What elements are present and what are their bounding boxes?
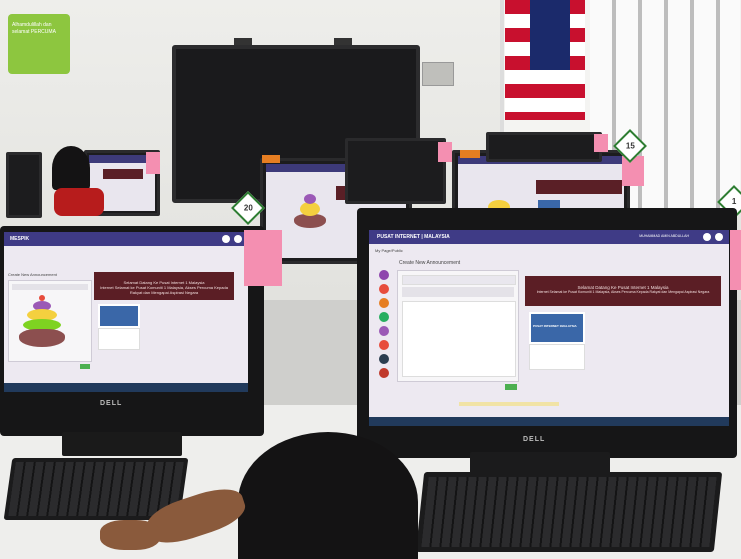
sidebar-icon[interactable]: [379, 298, 389, 308]
home-icon[interactable]: [703, 233, 711, 241]
photo-thumbnail[interactable]: [98, 304, 140, 328]
photo-caption: PUSAT INTERNET 1MALAYSIA: [533, 324, 577, 328]
monitor-stand: [62, 432, 182, 456]
back-monitor: [6, 152, 42, 218]
right-keyboard: [415, 472, 723, 552]
submit-button[interactable]: [80, 364, 90, 369]
welcome-banner: Selamat Datang Ke Pusat Internet 1 Malay…: [525, 276, 721, 306]
editor-panel[interactable]: [397, 270, 519, 382]
banner-line-2: Internet Selamat ke Pusat Komuniti 1 Mal…: [536, 290, 710, 294]
app-topbar: PUSAT INTERNET | MALAYSIA MUHAMMAD AMIN …: [369, 230, 729, 244]
cake-base: [19, 329, 65, 347]
banner-line-2: Internet Selamat ke Pusat Komuniti 1 Mal…: [100, 285, 228, 295]
breadcrumb[interactable]: My Page/Public: [375, 248, 403, 253]
sidebar-icon[interactable]: [379, 354, 389, 364]
wall-socket: [422, 62, 454, 86]
orange-tag: [262, 155, 280, 163]
panel-title: Create New Announcement: [8, 272, 57, 277]
sidebar-icon[interactable]: [379, 368, 389, 378]
left-screen: MESPIK Create New Announcement Selamat D…: [4, 232, 248, 392]
green-sign-text: Alhamdulillah dan selamat PERCUMA: [12, 22, 56, 35]
back-monitor: [345, 138, 446, 204]
person-hand: [100, 520, 160, 550]
sticky-note: [146, 152, 160, 174]
app-title: MESPIK: [10, 236, 30, 242]
orange-tag: [460, 150, 480, 158]
status-bar: [459, 402, 559, 406]
app-title: PUSAT INTERNET | MALAYSIA: [377, 234, 450, 240]
sidebar-icon[interactable]: [379, 326, 389, 336]
sticky-note: [438, 142, 452, 162]
sticky-note: [730, 230, 741, 290]
sidebar-icon[interactable]: [379, 312, 389, 322]
person-head: [52, 146, 90, 190]
dell-logo: DELL: [523, 436, 546, 443]
editor-panel[interactable]: [8, 280, 92, 362]
sticky-note: [594, 134, 608, 152]
person-body: [54, 188, 104, 216]
left-monitor: MESPIK Create New Announcement Selamat D…: [0, 226, 264, 436]
photo-thumbnail[interactable]: PUSAT INTERNET 1MALAYSIA: [529, 312, 585, 344]
taskbar: [369, 417, 729, 426]
user-name[interactable]: MUHAMMAD AMIN ABDULLAH: [639, 234, 689, 238]
app-topbar: MESPIK: [4, 232, 248, 246]
sidebar-icon[interactable]: [379, 284, 389, 294]
flag-canton: [530, 0, 570, 70]
back-monitor: [486, 132, 602, 162]
photo-caption-box: [529, 344, 585, 370]
panel-title: Create New Announcement: [399, 260, 461, 266]
welcome-banner: Selamat Datang Ke Pusat Internet 1 Malay…: [94, 272, 234, 300]
home-icon[interactable]: [222, 235, 230, 243]
editor-toolbar[interactable]: [402, 287, 514, 297]
user-avatar-icon[interactable]: [715, 233, 723, 241]
editor-toolbar[interactable]: [12, 284, 88, 290]
sticky-note: [622, 156, 644, 186]
user-avatar-icon[interactable]: [234, 235, 242, 243]
right-screen: PUSAT INTERNET | MALAYSIA MUHAMMAD AMIN …: [369, 230, 729, 426]
photo-scene: Alhamdulillah dan selamat PERCUMA 20 15 …: [0, 0, 741, 559]
dell-logo: DELL: [100, 400, 123, 407]
photo-caption-box: [98, 328, 140, 350]
person-head: [238, 432, 418, 559]
editor-body[interactable]: [402, 301, 516, 377]
sidebar-icon[interactable]: [379, 340, 389, 350]
taskbar: [4, 383, 248, 392]
right-monitor: PUSAT INTERNET | MALAYSIA MUHAMMAD AMIN …: [357, 208, 737, 458]
title-input[interactable]: [402, 275, 516, 285]
sticky-note: [244, 230, 282, 286]
submit-button[interactable]: [505, 384, 517, 390]
sidebar-icon[interactable]: [379, 270, 389, 280]
